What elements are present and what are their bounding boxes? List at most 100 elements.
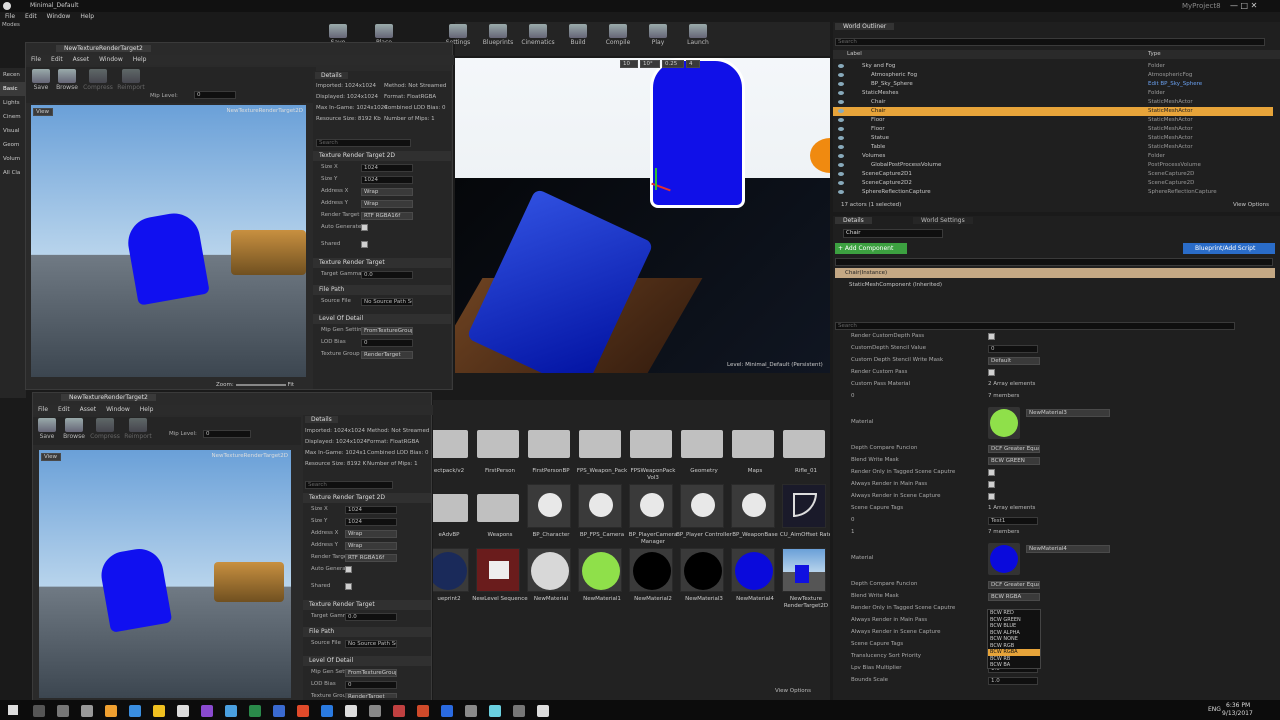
te1-preview[interactable]: View NewTextureRenderTarget2D <box>31 105 306 377</box>
te1-zoom-slider[interactable] <box>235 383 286 386</box>
folder-icon[interactable] <box>477 494 519 522</box>
te2-details-tab[interactable]: Details <box>305 416 338 423</box>
prop-checkbox[interactable] <box>988 333 995 340</box>
outliner-row[interactable]: GlobalPostProcessVolume PostProcessVolume <box>833 161 1273 170</box>
asset-thumbnail[interactable] <box>578 548 622 592</box>
menu-file[interactable]: File <box>5 13 15 20</box>
asset-thumbnail[interactable] <box>680 548 724 592</box>
outliner-row[interactable]: Statue StaticMeshActor <box>833 134 1273 143</box>
asset-thumbnail[interactable] <box>476 548 520 592</box>
taskbar-app-icon[interactable] <box>321 705 333 717</box>
folder-icon[interactable] <box>630 430 672 458</box>
visibility-eye-icon[interactable] <box>838 109 844 113</box>
te1-browse-button[interactable]: Browse <box>54 69 80 91</box>
te2-compress-button[interactable]: Compress <box>89 418 121 440</box>
chair-model[interactable] <box>650 58 745 208</box>
te1-checkbox-shared[interactable] <box>361 241 368 248</box>
outliner-row[interactable]: StaticMeshes Folder <box>833 89 1273 98</box>
visibility-eye-icon[interactable] <box>838 127 844 131</box>
folder-icon[interactable] <box>579 430 621 458</box>
te2-section[interactable]: Texture Render Target 2D <box>303 493 431 503</box>
te2-browse-button[interactable]: Browse <box>61 418 87 440</box>
details-tab[interactable]: Details <box>835 217 872 224</box>
col-type[interactable]: Type <box>1148 51 1161 57</box>
add-component-button[interactable]: + Add Component <box>835 243 907 254</box>
taskbar-app-icon[interactable] <box>33 705 45 717</box>
outliner-row[interactable]: Table StaticMeshActor <box>833 143 1273 152</box>
clock-time[interactable]: 6:36 PM <box>1226 702 1250 709</box>
te2-value-src_file[interactable]: No Source Path Set <box>345 640 397 648</box>
te2-section[interactable]: Level Of Detail <box>303 656 431 666</box>
gizmo-y-axis[interactable] <box>655 168 657 190</box>
taskbar-app-icon[interactable] <box>297 705 309 717</box>
window-controls[interactable]: — □ ✕ <box>1230 1 1257 10</box>
mode-1[interactable]: Basic <box>0 82 26 96</box>
te2-checkbox-auto_gen[interactable] <box>345 566 352 573</box>
taskbar-app-icon[interactable] <box>225 705 237 717</box>
outliner-row[interactable]: SphereReflectionCapture SphereReflectionC… <box>833 188 1273 197</box>
prop-dropdown[interactable]: Default <box>988 357 1040 365</box>
taskbar-app-icon[interactable] <box>345 705 357 717</box>
te1-value-tgt_gamma[interactable]: 0.0 <box>361 271 413 279</box>
visibility-eye-icon[interactable] <box>838 172 844 176</box>
visibility-eye-icon[interactable] <box>838 190 844 194</box>
te2-tab[interactable]: NewTextureRenderTarget2 <box>61 394 156 401</box>
blueprint-script-button[interactable]: Blueprint/Add Script <box>1183 243 1275 254</box>
te2-checkbox-shared[interactable] <box>345 583 352 590</box>
language-indicator[interactable]: ENG <box>1208 706 1221 713</box>
taskbar-app-icon[interactable] <box>465 705 477 717</box>
folder-icon[interactable] <box>477 430 519 458</box>
asset-thumbnail[interactable] <box>731 548 775 592</box>
folder-icon[interactable] <box>732 430 774 458</box>
asset-thumbnail[interactable] <box>782 484 826 528</box>
mode-6[interactable]: Volum <box>0 152 26 166</box>
prop-input[interactable]: 0 <box>988 345 1038 353</box>
toolbar-play-button[interactable]: Play <box>640 24 676 46</box>
taskbar-app-icon[interactable] <box>489 705 501 717</box>
te2-reimport-button[interactable]: Reimport <box>123 418 153 440</box>
te1-tab[interactable]: NewTextureRenderTarget2 <box>56 45 151 52</box>
component-search[interactable] <box>835 258 1273 266</box>
start-icon[interactable] <box>8 705 18 715</box>
visibility-eye-icon[interactable] <box>838 73 844 77</box>
prop-input[interactable]: 1.0 <box>988 677 1038 685</box>
asset-thumbnail[interactable] <box>731 484 775 528</box>
taskbar-app-icon[interactable] <box>201 705 213 717</box>
asset-thumbnail[interactable] <box>578 484 622 528</box>
te2-value-size_x[interactable]: 1024 <box>345 506 397 514</box>
outliner-row[interactable]: Floor StaticMeshActor <box>833 125 1273 134</box>
visibility-eye-icon[interactable] <box>838 163 844 167</box>
outliner-row[interactable]: Chair StaticMeshActor <box>833 98 1273 107</box>
te2-value-tex_group[interactable]: RenderTarget <box>345 693 397 698</box>
prop-checkbox[interactable] <box>988 469 995 476</box>
details-search[interactable]: Search <box>835 322 1235 330</box>
te1-details-tab[interactable]: Details <box>315 72 348 79</box>
toolbar-compile-button[interactable]: Compile <box>600 24 636 46</box>
camera-speed[interactable]: 4 <box>686 60 700 68</box>
te2-value-rt_fmt[interactable]: RTF RGBA16f <box>345 554 397 562</box>
folder-icon[interactable] <box>528 430 570 458</box>
te1-save-button[interactable]: Save <box>31 69 51 91</box>
te2-menu-help[interactable]: Help <box>140 406 154 413</box>
te1-checkbox-auto_gen[interactable] <box>361 224 368 231</box>
taskbar-app-icon[interactable] <box>417 705 429 717</box>
taskbar-app-icon[interactable] <box>105 705 117 717</box>
toolbar-launch-button[interactable]: Launch <box>680 24 716 46</box>
outliner-row[interactable]: Sky and Fog Folder <box>833 62 1273 71</box>
mode-4[interactable]: Visual <box>0 124 26 138</box>
menu-window[interactable]: Window <box>47 13 71 20</box>
taskbar-app-icon[interactable] <box>513 705 525 717</box>
mode-5[interactable]: Geom <box>0 138 26 152</box>
te2-view-button[interactable]: View <box>41 453 61 461</box>
outliner-row[interactable]: BP_Sky_Sphere Edit BP_Sky_Sphere <box>833 80 1273 89</box>
visibility-eye-icon[interactable] <box>838 91 844 95</box>
taskbar-app-icon[interactable] <box>369 705 381 717</box>
te1-value-rt_fmt[interactable]: RTF RGBA16f <box>361 212 413 220</box>
taskbar-app-icon[interactable] <box>153 705 165 717</box>
te1-value-addr_x[interactable]: Wrap <box>361 188 413 196</box>
outliner-row[interactable]: SceneCapture2D2 SceneCapture2D <box>833 179 1273 188</box>
outliner-row[interactable]: Floor StaticMeshActor <box>833 116 1273 125</box>
te1-compress-button[interactable]: Compress <box>82 69 114 91</box>
te1-value-tex_group[interactable]: RenderTarget <box>361 351 413 359</box>
te1-value-src_file[interactable]: No Source Path Set <box>361 298 413 306</box>
